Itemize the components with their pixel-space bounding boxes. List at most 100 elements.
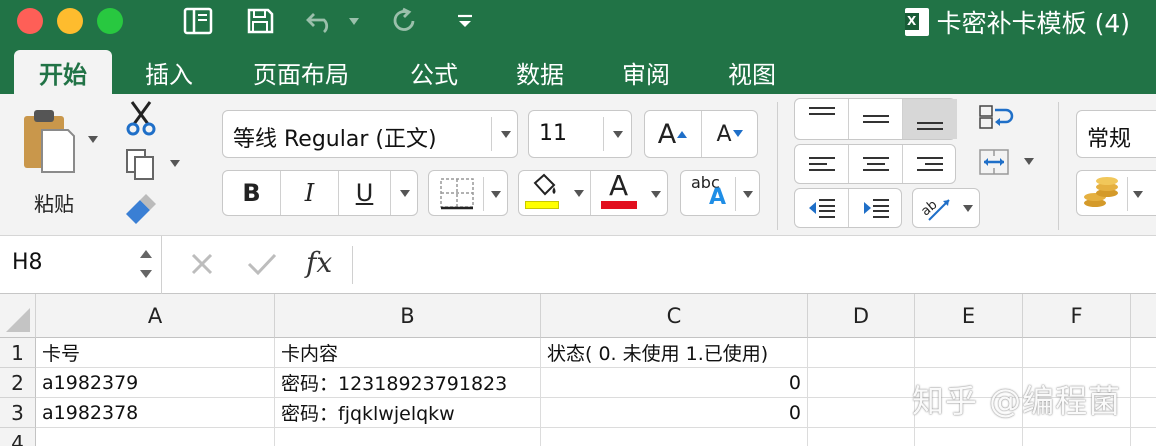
indent-buttons	[794, 188, 902, 228]
row-header[interactable]: 4	[0, 428, 36, 446]
cell-e1[interactable]	[915, 338, 1023, 368]
cell-f4[interactable]	[1023, 428, 1131, 446]
text-effects-button[interactable]: abc A	[680, 170, 760, 216]
font-name-dropdown-icon[interactable]	[501, 131, 511, 138]
cell-d4[interactable]	[808, 428, 915, 446]
increase-font-size-button[interactable]: A	[645, 111, 702, 157]
column-header[interactable]	[1131, 294, 1156, 338]
row-header[interactable]: 2	[0, 368, 36, 398]
name-box[interactable]: H8	[0, 236, 162, 294]
minimize-window-button[interactable]	[57, 8, 83, 34]
cell-e4[interactable]	[915, 428, 1023, 446]
align-middle-button[interactable]	[849, 99, 903, 139]
align-left-button[interactable]	[795, 145, 849, 183]
cell-a4[interactable]	[36, 428, 275, 446]
tab-data[interactable]: 数据	[498, 50, 582, 94]
tab-review[interactable]: 审阅	[604, 50, 688, 94]
font-color-button[interactable]: A	[591, 169, 645, 217]
underline-button[interactable]: U	[339, 171, 391, 215]
cell-b3[interactable]: 密码：fjqklwjelqkw	[275, 398, 541, 428]
cell-a1[interactable]: 卡号	[36, 338, 275, 368]
format-painter-icon[interactable]	[124, 192, 158, 228]
cell-b4[interactable]	[275, 428, 541, 446]
cell-c1[interactable]: 状态( 0. 未使用 1.已使用)	[541, 338, 808, 368]
cell-c3[interactable]: 0	[541, 398, 808, 428]
tab-insert[interactable]: 插入	[124, 50, 214, 94]
copy-icon[interactable]	[124, 148, 158, 186]
save-icon[interactable]	[242, 4, 278, 38]
cancel-icon[interactable]	[188, 250, 216, 282]
column-header[interactable]: C	[541, 294, 808, 338]
align-top-button[interactable]	[795, 99, 849, 139]
number-format-select[interactable]: 常规	[1076, 110, 1156, 158]
cell-d1[interactable]	[808, 338, 915, 368]
decrease-font-size-button[interactable]: A	[702, 111, 758, 157]
enter-checkmark-icon[interactable]	[246, 250, 278, 282]
cell-c2[interactable]: 0	[541, 368, 808, 398]
merge-center-button[interactable]	[978, 148, 1010, 180]
font-size-select[interactable]: 11	[528, 110, 632, 158]
column-header[interactable]: A	[36, 294, 275, 338]
cell-g3[interactable]	[1131, 398, 1156, 428]
italic-button[interactable]: I	[281, 171, 339, 215]
tab-formulas[interactable]: 公式	[392, 50, 476, 94]
column-header[interactable]: E	[915, 294, 1023, 338]
text-effects-dropdown-icon[interactable]	[743, 191, 753, 198]
name-box-stepper-icon[interactable]	[138, 244, 154, 284]
zoom-window-button[interactable]	[97, 8, 123, 34]
accounting-format-button[interactable]	[1076, 170, 1156, 216]
align-right-button[interactable]	[903, 145, 957, 183]
underline-dropdown-icon[interactable]	[391, 171, 419, 215]
bold-button[interactable]: B	[223, 171, 281, 215]
customize-toolbar-icon[interactable]	[452, 4, 478, 38]
align-center-button[interactable]	[849, 145, 903, 183]
cell-f1[interactable]	[1023, 338, 1131, 368]
font-size-dropdown-icon[interactable]	[613, 131, 623, 138]
ribbon-separator	[777, 102, 778, 230]
cell-d3[interactable]	[808, 398, 915, 428]
undo-icon[interactable]	[302, 4, 338, 38]
undo-dropdown-icon[interactable]	[346, 4, 362, 38]
tab-home[interactable]: 开始	[14, 50, 112, 94]
cell-d2[interactable]	[808, 368, 915, 398]
text-effect-a-glyph: A	[709, 185, 727, 210]
cut-icon[interactable]	[124, 100, 158, 140]
column-header[interactable]: D	[808, 294, 915, 338]
cell-a2[interactable]: a1982379	[36, 368, 275, 398]
wrap-text-button[interactable]	[978, 102, 1014, 136]
cell-a3[interactable]: a1982378	[36, 398, 275, 428]
font-name-select[interactable]: 等线 Regular (正文)	[222, 110, 518, 158]
ribbon-separator	[1058, 102, 1059, 230]
paste-button[interactable]: 粘贴	[12, 104, 88, 216]
tab-view[interactable]: 视图	[710, 50, 794, 94]
borders-button[interactable]	[428, 170, 508, 216]
insert-function-icon[interactable]: fx	[306, 246, 332, 279]
tab-page-layout[interactable]: 页面布局	[234, 50, 368, 94]
column-header[interactable]: B	[275, 294, 541, 338]
column-header[interactable]: F	[1023, 294, 1131, 338]
accounting-dropdown-icon[interactable]	[1133, 191, 1143, 198]
borders-dropdown-icon[interactable]	[491, 191, 501, 198]
align-bottom-button[interactable]	[903, 99, 957, 139]
cell-c4[interactable]	[541, 428, 808, 446]
fill-color-dropdown-icon[interactable]	[567, 171, 591, 215]
paste-dropdown-icon[interactable]	[88, 136, 98, 143]
cell-g1[interactable]	[1131, 338, 1156, 368]
cell-b1[interactable]: 卡内容	[275, 338, 541, 368]
merge-dropdown-icon[interactable]	[1024, 158, 1034, 165]
close-window-button[interactable]	[17, 8, 43, 34]
orientation-button[interactable]: ab	[912, 188, 980, 228]
increase-indent-button[interactable]	[849, 189, 903, 227]
cell-g2[interactable]	[1131, 368, 1156, 398]
copy-dropdown-icon[interactable]	[170, 160, 180, 167]
formula-input[interactable]	[360, 246, 1150, 284]
font-color-dropdown-icon[interactable]	[651, 191, 661, 198]
decrease-indent-button[interactable]	[795, 189, 849, 227]
row-header[interactable]: 1	[0, 338, 36, 368]
orientation-dropdown-icon[interactable]	[963, 205, 973, 212]
redo-icon[interactable]	[388, 4, 422, 38]
row-header[interactable]: 3	[0, 398, 36, 428]
cell-b2[interactable]: 密码：12318923791823	[275, 368, 541, 398]
select-all-corner[interactable]	[0, 294, 36, 338]
sidebar-toggle-icon[interactable]	[180, 4, 216, 38]
